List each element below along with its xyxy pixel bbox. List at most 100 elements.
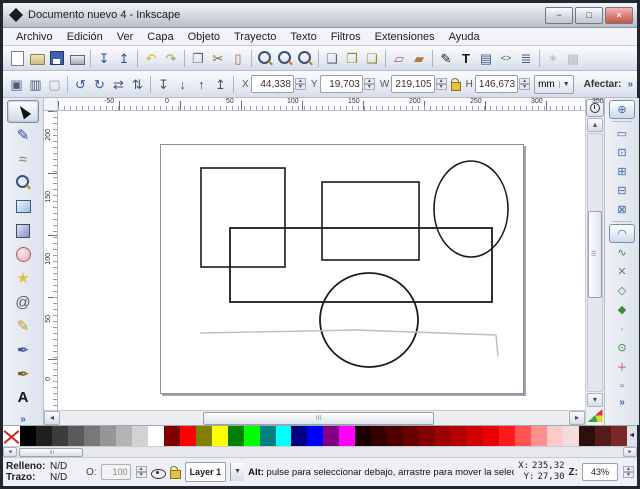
menu-texto[interactable]: Texto (283, 30, 323, 44)
paste-icon[interactable]: ▯ (228, 49, 248, 68)
color-swatch[interactable] (164, 426, 180, 446)
cut-icon[interactable]: ✂ (208, 49, 228, 68)
unlink-clone-icon[interactable]: ❑ (362, 49, 382, 68)
color-swatch[interactable] (212, 426, 228, 446)
snap-bbox-corners-icon[interactable]: ⊞ (609, 162, 635, 181)
opacity-field[interactable]: 100 (101, 464, 131, 480)
color-swatch[interactable] (148, 426, 164, 446)
star-tool[interactable]: ★ (7, 267, 39, 290)
color-swatch[interactable] (531, 426, 547, 446)
color-swatch[interactable] (36, 426, 52, 446)
align-dialog-icon[interactable]: ≣ (516, 49, 536, 68)
palette-scroll-left-button[interactable]: ◂ (3, 447, 17, 457)
layers-dialog-icon[interactable]: ▤ (476, 49, 496, 68)
color-swatch[interactable] (68, 426, 84, 446)
color-swatch[interactable] (323, 426, 339, 446)
height-field[interactable]: 146,673 (475, 75, 518, 93)
toolbox-overflow-button[interactable]: » (20, 414, 26, 425)
color-swatch[interactable] (276, 426, 292, 446)
color-swatch[interactable] (100, 426, 116, 446)
text-tool[interactable]: A (7, 386, 39, 409)
duplicate-icon[interactable]: ❏ (322, 49, 342, 68)
color-swatch[interactable] (355, 426, 371, 446)
width-field[interactable]: 219,105 (391, 75, 434, 93)
import-icon[interactable]: ↧ (94, 49, 114, 68)
color-swatch[interactable] (611, 426, 627, 446)
fill-stroke-dialog-icon[interactable]: ✎ (436, 49, 456, 68)
snap-bbox-midpoints-icon[interactable]: ⊟ (609, 181, 635, 200)
deselect-icon[interactable]: ▢ (45, 75, 64, 94)
color-swatch[interactable] (435, 426, 451, 446)
rectangle-tool[interactable] (7, 195, 39, 218)
menu-ayuda[interactable]: Ayuda (442, 30, 487, 44)
lower-icon[interactable]: ↓ (173, 75, 192, 94)
undo-icon[interactable]: ↶ (141, 49, 161, 68)
menu-filtros[interactable]: Filtros (324, 30, 368, 44)
vertical-scroll-thumb[interactable] (588, 211, 602, 298)
y-field[interactable]: 19,703 (320, 75, 363, 93)
zoom-tool[interactable] (7, 172, 39, 195)
snap-object-centers-icon[interactable]: ⊙ (609, 338, 635, 357)
opacity-spinner[interactable]: ▲▼ (136, 466, 147, 478)
color-swatch[interactable] (451, 426, 467, 446)
snapbar-overflow-button[interactable]: » (619, 397, 625, 408)
snap-rotation-center-icon[interactable]: ＋ (609, 357, 635, 376)
snap-page-border-icon[interactable]: ▫ (609, 376, 635, 395)
menu-edicion[interactable]: Edición (60, 30, 110, 44)
palette-overflow-arrow[interactable]: ◄ (627, 426, 637, 446)
flip-vertical-icon[interactable]: ⇅ (128, 75, 147, 94)
snap-nodes-icon[interactable]: ◠ (609, 224, 635, 243)
menu-trayecto[interactable]: Trayecto (227, 30, 283, 44)
color-swatch[interactable] (20, 426, 36, 446)
zoom-field[interactable]: 43% (582, 463, 618, 481)
vertical-scrollbar[interactable] (587, 133, 603, 392)
color-swatch[interactable] (579, 426, 595, 446)
color-swatch[interactable] (563, 426, 579, 446)
snap-cusp-nodes-icon[interactable]: ◇ (609, 281, 635, 300)
zoom-selection-icon[interactable] (255, 49, 275, 68)
open-document-icon[interactable] (27, 49, 47, 68)
horizontal-scroll-thumb[interactable] (203, 412, 434, 425)
scroll-left-button[interactable]: ◂ (44, 411, 60, 425)
stroke-value[interactable]: N/D (50, 472, 80, 483)
zoom-spinner[interactable]: ▲▼ (623, 466, 634, 478)
x-field[interactable]: 44,338 (251, 75, 294, 93)
canvas[interactable] (58, 111, 585, 410)
snap-intersections-icon[interactable]: ✕ (609, 262, 635, 281)
tweak-tool[interactable]: ≈ (7, 148, 39, 171)
circle-object[interactable] (320, 273, 418, 367)
wide-rectangle-object[interactable] (230, 228, 492, 302)
palette-scrollbar[interactable]: ◂ ▸ (3, 446, 637, 457)
redo-icon[interactable]: ↷ (161, 49, 181, 68)
rotate-ccw-icon[interactable]: ↺ (71, 75, 90, 94)
text-dialog-icon[interactable]: T (456, 49, 476, 68)
color-swatch[interactable] (244, 426, 260, 446)
color-swatch[interactable] (339, 426, 355, 446)
ellipse-object[interactable] (434, 161, 508, 257)
color-swatch[interactable] (52, 426, 68, 446)
color-swatch[interactable] (515, 426, 531, 446)
snap-midpoints-icon[interactable]: ∙ (609, 319, 635, 338)
color-swatch[interactable] (387, 426, 403, 446)
menu-extensiones[interactable]: Extensiones (368, 30, 442, 44)
xml-editor-icon[interactable]: <> (496, 49, 516, 68)
menu-capa[interactable]: Capa (140, 30, 180, 44)
toolbar-overflow-button[interactable]: » (627, 79, 633, 90)
preferences-icon[interactable]: ✶ (543, 49, 563, 68)
create-clone-icon[interactable]: ❐ (342, 49, 362, 68)
color-swatch[interactable] (547, 426, 563, 446)
box3d-tool[interactable] (7, 219, 39, 242)
close-button[interactable]: × (605, 7, 633, 24)
flip-horizontal-icon[interactable]: ⇄ (109, 75, 128, 94)
raise-to-top-icon[interactable]: ↥ (211, 75, 230, 94)
height-spinner[interactable]: ▲▼ (519, 78, 530, 90)
units-dropdown[interactable]: mm ▼ (534, 75, 574, 94)
document-properties-icon[interactable]: ▩ (563, 49, 583, 68)
color-swatch[interactable] (483, 426, 499, 446)
layer-dropdown-button[interactable]: ▼ (230, 463, 244, 481)
color-swatch[interactable] (291, 426, 307, 446)
square-object[interactable] (201, 168, 285, 267)
horizontal-ruler[interactable]: -50050100150200250300350 (58, 98, 585, 111)
scroll-down-button[interactable]: ▾ (587, 393, 603, 407)
spiral-tool[interactable]: @ (7, 291, 39, 314)
